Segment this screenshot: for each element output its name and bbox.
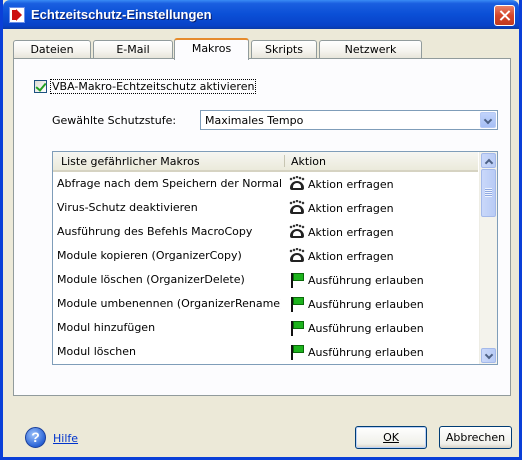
ask-icon (289, 248, 305, 264)
chevron-down-icon[interactable] (480, 112, 496, 128)
column-divider[interactable] (284, 155, 285, 167)
action-label: Aktion erfragen (308, 249, 394, 263)
protection-level-value: Maximales Tempo (205, 114, 304, 127)
tab-makros[interactable]: Makros (174, 38, 249, 60)
list-item[interactable]: Virus-Schutz deaktivieren Aktion erfrage… (53, 196, 478, 220)
macro-action[interactable]: Aktion erfragen (289, 200, 394, 216)
vba-protection-checkbox[interactable] (34, 80, 47, 93)
allow-flag-icon (289, 296, 305, 312)
ok-button[interactable]: OK (355, 426, 427, 449)
vba-protection-checkbox-row[interactable]: VBA-Makro-Echtzeitschutz aktivieren (34, 79, 257, 94)
column-header-action[interactable]: Aktion (291, 155, 326, 168)
tab-email[interactable]: E-Mail (93, 40, 173, 58)
allow-flag-icon (289, 272, 305, 288)
cancel-button[interactable]: Abbrechen (439, 426, 512, 449)
scroll-down-arrow-icon[interactable] (481, 348, 496, 363)
title-bar[interactable]: Echtzeitschutz-Einstellungen (3, 0, 519, 29)
macro-name: Ausführung des Befehls MacroCopy (57, 225, 253, 238)
action-label: Aktion erfragen (308, 225, 394, 239)
protection-level-label: Gewählte Schutzstufe: (52, 114, 177, 127)
close-button[interactable] (494, 5, 515, 26)
allow-flag-icon (289, 344, 305, 360)
macro-name: Modul löschen (57, 345, 137, 358)
ask-icon (289, 200, 305, 216)
action-label: Ausführung erlauben (308, 321, 424, 335)
vba-protection-label[interactable]: VBA-Makro-Echtzeitschutz aktivieren (50, 79, 257, 94)
macro-name: Modul hinzufügen (57, 321, 156, 334)
list-rows: Abfrage nach dem Speichern der Normal-Vo… (53, 172, 478, 364)
macro-action[interactable]: Ausführung erlauben (289, 272, 424, 288)
dialog-window: Echtzeitschutz-Einstellungen Dateien E-M… (0, 0, 522, 460)
macro-name: Virus-Schutz deaktivieren (57, 201, 198, 214)
makros-panel: VBA-Makro-Echtzeitschutz aktivieren Gewä… (13, 58, 511, 396)
macro-action[interactable]: Aktion erfragen (289, 248, 394, 264)
action-label: Ausführung erlauben (308, 345, 424, 359)
protection-level-select[interactable]: Maximales Tempo (200, 110, 498, 130)
tab-dateien[interactable]: Dateien (13, 40, 91, 58)
list-item[interactable]: Ausführung des Befehls MacroCopy Aktion … (53, 220, 478, 244)
help-link[interactable]: Hilfe (53, 432, 78, 445)
scroll-up-arrow-icon[interactable] (481, 153, 496, 168)
macro-name: Module löschen (OrganizerDelete) (57, 273, 245, 286)
macro-action[interactable]: Ausführung erlauben (289, 320, 424, 336)
tab-netzwerk[interactable]: Netzwerk (319, 40, 422, 58)
list-item[interactable]: Modul hinzufügen Ausführung erlauben (53, 316, 478, 340)
macro-name: Abfrage nach dem Speichern der Normal-Vo… (57, 177, 281, 190)
allow-flag-icon (289, 320, 305, 336)
list-item[interactable]: Modul löschen Ausführung erlauben (53, 340, 478, 364)
macro-name: Module kopieren (OrganizerCopy) (57, 249, 242, 262)
macro-name: Module umbenennen (OrganizerRename) (57, 297, 281, 310)
list-item[interactable]: Module kopieren (OrganizerCopy) Aktion e… (53, 244, 478, 268)
macro-action[interactable]: Aktion erfragen (289, 176, 394, 192)
action-label: Aktion erfragen (308, 201, 394, 215)
action-label: Ausführung erlauben (308, 297, 424, 311)
ok-button-label: OK (383, 431, 399, 444)
action-label: Ausführung erlauben (308, 273, 424, 287)
action-label: Aktion erfragen (308, 177, 394, 191)
list-item[interactable]: Abfrage nach dem Speichern der Normal-Vo… (53, 172, 478, 196)
tab-skripts[interactable]: Skripts (251, 40, 317, 58)
vertical-scrollbar[interactable] (479, 152, 497, 364)
dangerous-macros-list[interactable]: Liste gefährlicher Makros Aktion Abfrage… (52, 151, 498, 365)
ask-icon (289, 224, 305, 240)
kaspersky-logo-icon (9, 7, 25, 23)
macro-action[interactable]: Ausführung erlauben (289, 296, 424, 312)
macro-action[interactable]: Ausführung erlauben (289, 344, 424, 360)
list-item[interactable]: Module umbenennen (OrganizerRename) Ausf… (53, 292, 478, 316)
list-item[interactable]: Module löschen (OrganizerDelete) Ausführ… (53, 268, 478, 292)
scrollbar-thumb[interactable] (481, 169, 496, 217)
list-header: Liste gefährlicher Makros Aktion (53, 152, 478, 172)
macro-action[interactable]: Aktion erfragen (289, 224, 394, 240)
window-title: Echtzeitschutz-Einstellungen (31, 7, 212, 22)
column-header-macros[interactable]: Liste gefährlicher Makros (61, 155, 200, 168)
ask-icon (289, 176, 305, 192)
help-icon[interactable]: ? (25, 427, 46, 448)
